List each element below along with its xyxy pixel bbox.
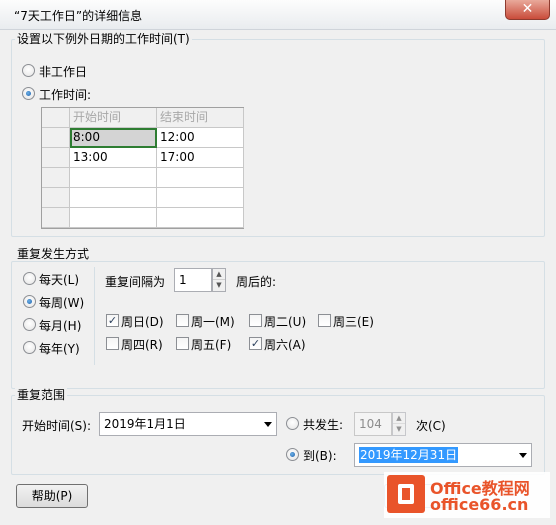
day-checkbox-wednesday[interactable] — [318, 314, 331, 327]
recur-weekly-radio[interactable] — [23, 295, 36, 308]
watermark: Office教程网 office66.cn — [384, 472, 550, 518]
dialog-body: 设置以下例外日期的工作时间(T) 非工作日 工作时间: 开始时间 结束时间 8:… — [6, 31, 550, 519]
end-date-select[interactable]: 2019年12月31日 — [354, 443, 532, 467]
recurrence-separator — [94, 267, 95, 365]
day-label-monday[interactable]: 周一(M) — [191, 313, 235, 330]
interval-input[interactable]: 1 — [174, 268, 212, 292]
grid-cell-start[interactable]: 13:00 — [70, 148, 157, 168]
window-title: “7天工作日”的详细信息 — [14, 9, 143, 23]
close-button[interactable]: ✕ — [505, 0, 550, 20]
chevron-down-icon[interactable] — [264, 422, 272, 427]
recur-yearly-label[interactable]: 每年(Y) — [39, 340, 80, 357]
end-by-label[interactable]: 到(B): — [303, 447, 337, 464]
spin-up-icon[interactable]: ▲ — [213, 269, 225, 280]
grid-cell-end[interactable]: 17:00 — [157, 148, 244, 168]
interval-suffix: 周后的: — [236, 275, 277, 289]
watermark-line2: office66.cn — [430, 495, 529, 514]
recur-yearly-radio[interactable] — [23, 341, 36, 354]
day-label-saturday[interactable]: 周六(A) — [264, 336, 306, 353]
title-bar: “7天工作日”的详细信息 ✕ — [0, 0, 556, 30]
grid-cell-end[interactable]: 12:00 — [157, 128, 244, 148]
spin-down-icon[interactable]: ▼ — [393, 424, 405, 435]
grid-cell-start[interactable] — [70, 168, 157, 188]
interval-label: 重复间隔为 — [105, 275, 166, 289]
recurrence-group-label: 重复发生方式 — [15, 247, 92, 261]
grid-cell-start[interactable] — [70, 208, 157, 228]
grid-row-header[interactable] — [42, 188, 70, 208]
grid-cell-end[interactable] — [157, 188, 244, 208]
grid-row-header[interactable] — [42, 148, 70, 168]
grid-header-start: 开始时间 — [70, 108, 157, 128]
grid-row-header[interactable] — [42, 128, 70, 148]
grid-cell-end[interactable] — [157, 168, 244, 188]
range-start-select[interactable]: 2019年1月1日 — [99, 412, 277, 436]
grid-cell-end[interactable] — [157, 208, 244, 228]
occurrences-label[interactable]: 共发生: — [303, 416, 343, 433]
interval-spinner[interactable]: ▲ ▼ — [212, 268, 226, 292]
day-label-wednesday[interactable]: 周三(E) — [333, 313, 374, 330]
chevron-down-icon[interactable] — [519, 453, 527, 458]
occurrences-input[interactable]: 104 — [354, 412, 392, 436]
non-working-label[interactable]: 非工作日 — [39, 63, 87, 80]
range-start-value: 2019年1月1日 — [104, 417, 186, 431]
recur-daily-radio[interactable] — [23, 272, 36, 285]
working-time-radio[interactable] — [22, 87, 35, 100]
day-checkbox-tuesday[interactable] — [249, 314, 262, 327]
help-button[interactable]: 帮助(P) — [16, 484, 88, 508]
office-logo-icon — [387, 475, 425, 513]
day-checkbox-saturday[interactable]: ✓ — [249, 337, 262, 350]
day-checkbox-thursday[interactable] — [106, 337, 119, 350]
recur-monthly-radio[interactable] — [23, 318, 36, 331]
occurrences-suffix: 次(C) — [416, 419, 446, 433]
working-time-grid[interactable]: 开始时间 结束时间 8:00 12:00 13:00 17:00 — [41, 107, 244, 229]
range-start-label: 开始时间(S): — [22, 419, 92, 433]
recur-monthly-label[interactable]: 每月(H) — [39, 317, 81, 334]
non-working-radio[interactable] — [22, 64, 35, 77]
grid-cell-start[interactable]: 8:00 — [70, 128, 157, 148]
day-label-thursday[interactable]: 周四(R) — [121, 336, 163, 353]
grid-corner — [42, 108, 70, 128]
spin-down-icon[interactable]: ▼ — [213, 280, 225, 291]
day-checkbox-sunday[interactable]: ✓ — [106, 314, 119, 327]
grid-row-header[interactable] — [42, 208, 70, 228]
spin-up-icon[interactable]: ▲ — [393, 413, 405, 424]
grid-header-end: 结束时间 — [157, 108, 244, 128]
exception-group-label: 设置以下例外日期的工作时间(T) — [15, 32, 192, 46]
end-by-radio[interactable] — [286, 448, 299, 461]
day-label-friday[interactable]: 周五(F) — [191, 336, 231, 353]
day-label-sunday[interactable]: 周日(D) — [121, 313, 164, 330]
day-label-tuesday[interactable]: 周二(U) — [264, 313, 306, 330]
recur-weekly-label[interactable]: 每周(W) — [39, 294, 84, 311]
occurrences-spinner[interactable]: ▲ ▼ — [392, 412, 406, 436]
recur-daily-label[interactable]: 每天(L) — [39, 271, 79, 288]
range-group-label: 重复范围 — [15, 388, 68, 402]
occurrences-radio[interactable] — [286, 417, 299, 430]
day-checkbox-monday[interactable] — [176, 314, 189, 327]
day-checkbox-friday[interactable] — [176, 337, 189, 350]
end-date-value: 2019年12月31日 — [359, 447, 459, 463]
grid-cell-start[interactable] — [70, 188, 157, 208]
working-time-label[interactable]: 工作时间: — [39, 86, 91, 103]
grid-row-header[interactable] — [42, 168, 70, 188]
